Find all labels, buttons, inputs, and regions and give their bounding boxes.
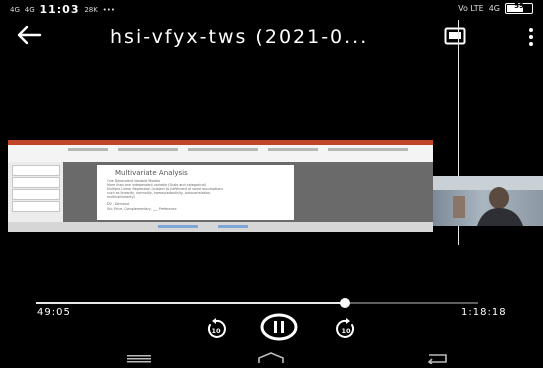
data-speed: 28K: [84, 6, 98, 14]
home-icon: [258, 352, 284, 363]
back-button[interactable]: [16, 24, 42, 46]
home-button[interactable]: [254, 349, 288, 363]
more-vertical-icon: [529, 28, 533, 46]
video-title: hsi-vfyx-tws (2021-0...: [110, 26, 369, 48]
webcam-thumbnail: [433, 176, 543, 226]
seek-bar-played: [36, 302, 346, 304]
slide-bullet: DV - Demand: [107, 202, 130, 206]
presentation-ribbon: [8, 140, 433, 162]
signal-2-label: 4G: [24, 6, 35, 14]
signal-1-label: 4G: [10, 6, 20, 14]
forward-10-icon: 10: [336, 318, 355, 338]
nav-back-button[interactable]: [424, 349, 450, 365]
more-status-dots: •••: [102, 6, 116, 14]
battery-icon: 59: [505, 2, 533, 14]
rewind-10-icon: 10: [207, 318, 226, 338]
slide-bullet: multicollinearity): [107, 195, 135, 199]
back-icon: [427, 354, 447, 365]
presentation-slide: Multivariate Analysis One Dependent Vari…: [97, 165, 294, 220]
svg-text:10: 10: [341, 327, 351, 335]
pause-icon: [260, 313, 298, 341]
more-options-button[interactable]: [526, 26, 536, 48]
status-time: 11:03: [39, 3, 80, 16]
battery-percent: 59: [514, 2, 524, 10]
recent-apps-button[interactable]: [125, 349, 153, 363]
forward-button[interactable]: 10: [335, 318, 357, 340]
presenter-silhouette: [433, 176, 543, 226]
status-right: Vo LTE 4G 59: [458, 2, 533, 14]
network-label: 4G: [488, 4, 500, 13]
picture-in-picture-icon: [444, 27, 466, 45]
slide-thumbnail-pane: [8, 162, 63, 222]
svg-text:10: 10: [211, 327, 221, 335]
slide-title: Multivariate Analysis: [115, 169, 188, 177]
current-time: 49:05: [37, 307, 71, 318]
total-time: 1:18:18: [461, 307, 507, 318]
slide-bullet: IVs: Price, Complementary, ___ Preferenc…: [107, 207, 177, 211]
rewind-button[interactable]: 10: [205, 318, 227, 340]
back-arrow-icon: [17, 25, 42, 45]
presentation-status-bar: [8, 222, 433, 232]
status-bar: 4G 4G 11:03 28K ••• Vo LTE 4G 59: [0, 0, 543, 20]
status-left: 4G 4G 11:03 28K •••: [10, 3, 115, 16]
recent-apps-icon: [127, 355, 151, 363]
volte-label: Vo LTE: [458, 4, 484, 13]
seek-bar-handle[interactable]: [340, 298, 351, 308]
pause-button[interactable]: [259, 313, 299, 341]
picture-in-picture-button[interactable]: [444, 27, 466, 45]
